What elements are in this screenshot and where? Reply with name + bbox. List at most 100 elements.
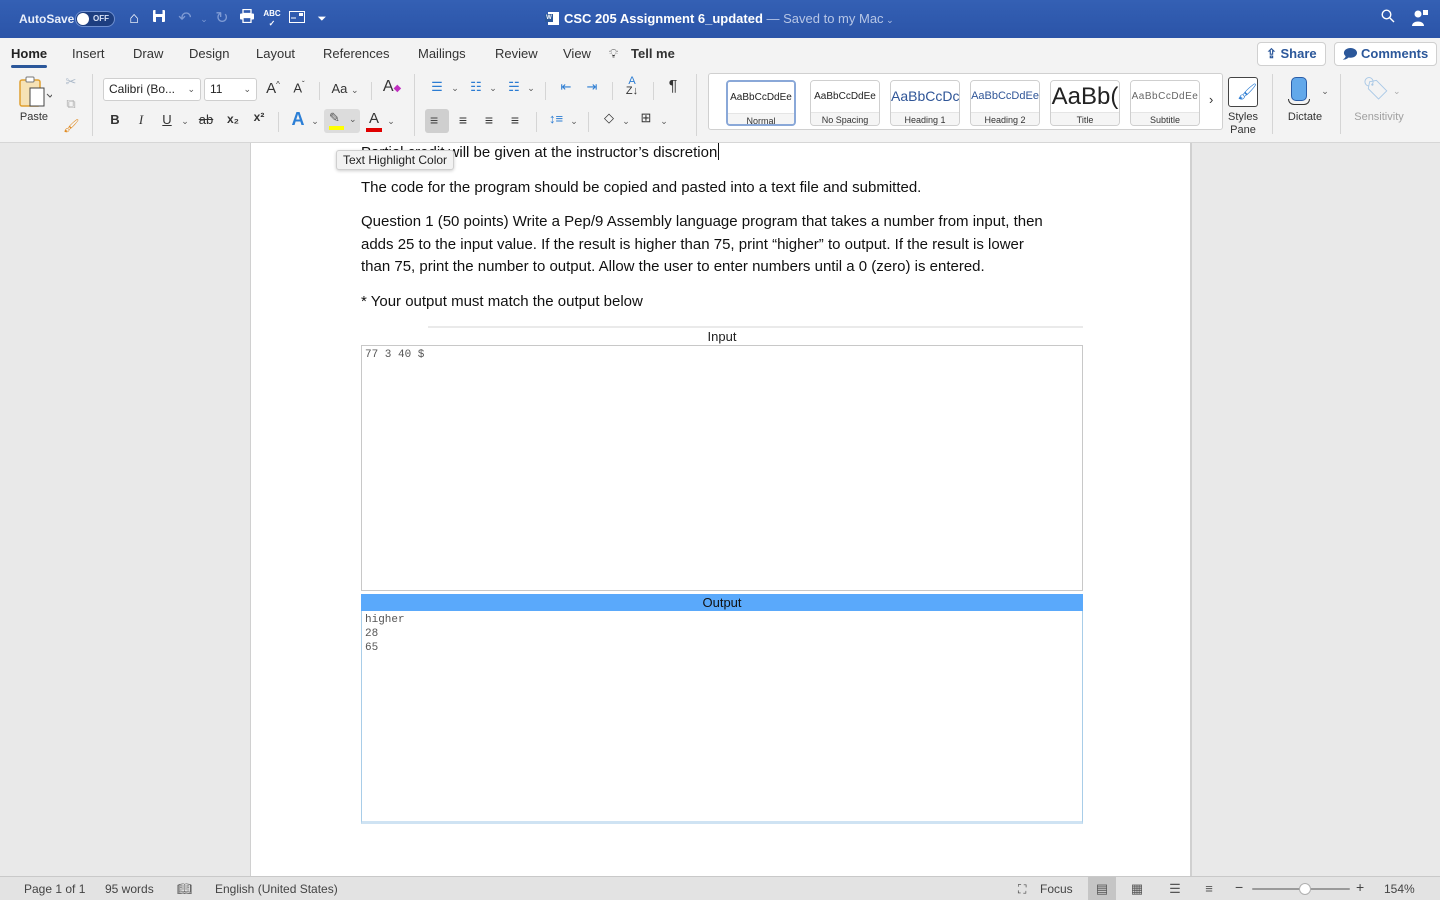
format-painter-icon[interactable]: 🖌︎: [63, 118, 80, 134]
document-page[interactable]: Partial credit will be given at the inst…: [250, 143, 1191, 876]
chevron-down-icon[interactable]: ⌄: [569, 116, 579, 127]
style-heading-2[interactable]: AaBbCcDdEe Heading 2: [970, 80, 1040, 126]
save-icon[interactable]: [149, 9, 169, 29]
line-spacing-icon[interactable]: ↕≡: [546, 111, 566, 126]
highlight-button[interactable]: ✎ ⌄: [324, 109, 360, 133]
account-icon[interactable]: [1410, 9, 1430, 29]
decrease-indent-icon[interactable]: ⇤: [556, 79, 576, 95]
undo-dropdown-icon[interactable]: ⌄: [194, 9, 214, 29]
styles-pane-button[interactable]: 🖌︎: [1228, 77, 1258, 107]
superscript-button[interactable]: x²: [250, 110, 268, 124]
tab-mailings[interactable]: Mailings: [418, 46, 466, 61]
paragraph-question-1[interactable]: Question 1 (50 points) Write a Pep/9 Ass…: [361, 211, 1043, 279]
font-color-dropdown-icon[interactable]: ⌄: [386, 116, 396, 127]
underline-dropdown-icon[interactable]: ⌄: [180, 116, 190, 127]
chevron-down-icon[interactable]: ⌄: [884, 15, 894, 25]
tab-insert[interactable]: Insert: [72, 46, 105, 61]
font-size-select[interactable]: 11 ⌄: [204, 78, 257, 101]
style-heading-1[interactable]: AaBbCcDc Heading 1: [890, 80, 960, 126]
bold-button[interactable]: B: [108, 112, 122, 127]
tab-review[interactable]: Review: [495, 46, 538, 61]
shrink-font-icon[interactable]: Aˇ: [290, 80, 308, 95]
subscript-button[interactable]: x₂: [224, 112, 242, 126]
customize-toolbar-icon[interactable]: ⏷: [312, 9, 332, 29]
chevron-down-icon[interactable]: ⌄: [526, 83, 536, 94]
grow-font-icon[interactable]: A^: [264, 80, 282, 97]
align-left-button[interactable]: ≡: [425, 109, 449, 133]
dictate-dropdown-icon[interactable]: ⌄: [1320, 86, 1330, 97]
paragraph-submission[interactable]: The code for the program should be copie…: [361, 177, 921, 200]
tab-draw[interactable]: Draw: [133, 46, 163, 61]
style-no-spacing[interactable]: AaBbCcDdEe No Spacing: [810, 80, 880, 126]
dictate-label[interactable]: Dictate: [1282, 111, 1328, 124]
microphone-icon[interactable]: [1291, 77, 1307, 101]
comments-button[interactable]: 🗩︎ Comments: [1334, 42, 1438, 66]
numbering-icon[interactable]: ☷: [466, 79, 486, 95]
show-formatting-icon[interactable]: ¶: [664, 78, 682, 96]
home-icon[interactable]: ⌂: [124, 9, 144, 29]
chevron-down-icon[interactable]: ⌄: [621, 116, 631, 127]
tab-home[interactable]: Home: [11, 46, 48, 68]
focus-button[interactable]: Focus: [1040, 882, 1073, 896]
cut-icon[interactable]: ✂: [63, 74, 79, 90]
zoom-level[interactable]: 154%: [1384, 882, 1415, 896]
proofing-icon[interactable]: 📖︎: [177, 882, 192, 896]
strikethrough-button[interactable]: ab: [196, 112, 216, 127]
zoom-out-button[interactable]: −: [1235, 879, 1243, 895]
shading-icon[interactable]: ◇: [600, 110, 618, 126]
outline-view-button[interactable]: ☰: [1161, 877, 1189, 900]
paragraph-output-note[interactable]: * Your output must match the output belo…: [361, 291, 643, 314]
language-status[interactable]: English (United States): [215, 882, 338, 896]
gallery-next-icon[interactable]: ›: [1209, 92, 1213, 107]
text-effects-icon[interactable]: A: [288, 109, 308, 130]
copy-icon[interactable]: ⧉: [63, 96, 79, 112]
font-color-icon[interactable]: A: [366, 110, 382, 127]
zoom-slider-handle[interactable]: [1298, 883, 1311, 895]
paste-button[interactable]: [14, 76, 54, 110]
align-center-icon[interactable]: ≡: [454, 112, 472, 128]
undo-icon[interactable]: ↶: [175, 9, 195, 29]
underline-button[interactable]: U: [160, 112, 174, 127]
clear-formatting-icon[interactable]: A◆: [382, 78, 402, 96]
borders-icon[interactable]: ⊞: [637, 110, 655, 126]
multilevel-list-icon[interactable]: ☵: [504, 79, 524, 95]
spelling-icon[interactable]: ABC ✓: [262, 9, 282, 29]
focus-icon[interactable]: ⛶: [1018, 882, 1026, 897]
font-name-select[interactable]: Calibri (Bo... ⌄: [103, 78, 201, 101]
print-icon[interactable]: [237, 8, 257, 29]
redo-icon[interactable]: ↻: [212, 9, 232, 29]
tab-references[interactable]: References: [323, 46, 389, 61]
change-case-button[interactable]: Aa ⌄: [329, 81, 361, 96]
align-right-icon[interactable]: ≡: [480, 112, 498, 128]
share-button[interactable]: ⇪ Share: [1257, 42, 1326, 66]
text-effects-dropdown-icon[interactable]: ⌄: [310, 116, 320, 127]
style-title[interactable]: AaBb(Title: [1050, 80, 1120, 126]
tell-me-search[interactable]: Tell me: [631, 46, 675, 61]
sort-icon[interactable]: A Z↓: [622, 76, 642, 97]
style-normal[interactable]: AaBbCcDdEe Normal: [726, 80, 796, 126]
autosave-toggle[interactable]: OFF: [75, 11, 115, 27]
chevron-down-icon[interactable]: ⌄: [488, 83, 498, 94]
italic-button[interactable]: I: [134, 112, 148, 128]
justify-icon[interactable]: ≡: [506, 112, 524, 128]
align-left-icon: ≡: [430, 112, 439, 128]
chevron-down-icon[interactable]: ⌄: [450, 83, 460, 94]
save-status[interactable]: — Saved to my Mac: [763, 11, 884, 26]
increase-indent-icon[interactable]: ⇥: [582, 79, 602, 95]
zoom-slider[interactable]: [1252, 883, 1350, 895]
draft-view-button[interactable]: ≡: [1195, 877, 1223, 900]
search-icon[interactable]: [1378, 9, 1398, 29]
chevron-down-icon[interactable]: ⌄: [659, 116, 669, 127]
style-subtitle[interactable]: AaBbCcDdEe Subtitle: [1130, 80, 1200, 126]
web-layout-button[interactable]: ▦: [1123, 877, 1151, 900]
tab-design[interactable]: Design: [189, 46, 229, 61]
word-count[interactable]: 95 words: [105, 882, 154, 896]
bullets-icon[interactable]: ☰: [427, 79, 447, 95]
tab-layout[interactable]: Layout: [256, 46, 295, 61]
page-count[interactable]: Page 1 of 1: [24, 882, 85, 896]
tab-view[interactable]: View: [563, 46, 591, 61]
zoom-in-button[interactable]: +: [1356, 879, 1364, 895]
layout-icon[interactable]: [287, 9, 307, 29]
print-layout-button[interactable]: ▤: [1088, 877, 1116, 900]
highlight-dropdown-icon[interactable]: ⌄: [349, 114, 357, 125]
